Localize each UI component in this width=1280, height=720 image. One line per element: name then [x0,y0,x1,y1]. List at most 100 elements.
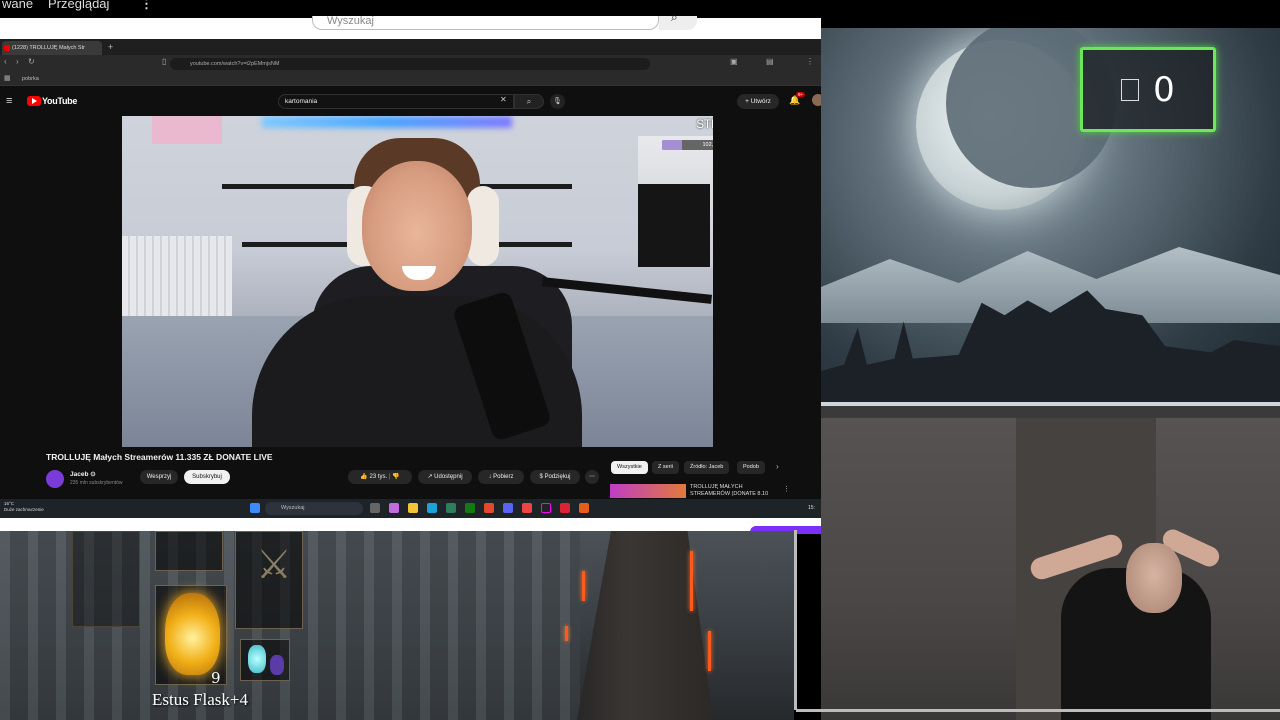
share-icon: ↗ [427,474,433,480]
chip-similar[interactable]: Podob [737,461,765,474]
share-label: Udostępnij [434,474,463,480]
new-tab-button[interactable]: + [108,41,113,53]
radiator [122,236,232,316]
channel-name[interactable]: Jaceb ⊙ [70,470,96,478]
app-f-icon[interactable] [560,503,570,513]
youtube-search-button[interactable]: ⌕ [514,94,544,109]
donation-goal-bar: 102,69 zł / 800,00 zł (12,84%) [662,140,713,150]
hud-slot-spell [155,531,223,571]
outer-search-input[interactable]: Wyszukaj [312,16,659,30]
counter-value: 0 [1153,69,1175,110]
browser-tab[interactable]: (1228) TROLLUJĘ Małych Str [2,41,102,55]
discord-icon[interactable] [503,503,513,513]
share-button[interactable]: ↗ Udostępnij [418,470,472,484]
taskbar-search[interactable]: Wyszukaj [265,502,363,515]
youtube-header: ≡ YouTube kartomania ✕ ⌕ 🎙 + Utwórz 🔔 9+ [0,86,821,116]
chip-source[interactable]: Źródło: Jaceb [684,461,730,474]
edge-icon[interactable] [427,503,437,513]
tiktok-icon[interactable] [541,503,551,513]
notification-count-badge: 9+ [796,92,806,97]
extensions-icon[interactable]: ▣ [730,57,738,66]
windows-start-icon[interactable] [250,503,260,513]
xbox-icon[interactable] [465,503,475,513]
create-label: Utwórz [750,98,771,105]
account-avatar[interactable] [812,94,821,106]
apps-icon[interactable]: ▦ [4,74,11,82]
taskbar-clock[interactable]: 15: [808,505,815,511]
night-castle-scene: 0 [821,28,1280,402]
lava-crack [565,626,568,641]
more-actions-icon[interactable]: ⋯ [585,470,599,484]
bookmark-star-icon[interactable]: ▯ [162,57,166,66]
webcam-frame-border [796,709,1280,712]
lava-crack [690,551,693,611]
weather-widget[interactable]: 16°C Duże zachmurzenie [4,501,44,513]
outer-search-strip: Wyszukaj ⌕ [0,10,821,39]
tab-bar: (1228) TROLLUJĘ Małych Str + [0,39,821,55]
estus-flask-icon [165,593,220,675]
like-count: 23 tys. [369,474,388,480]
back-icon[interactable]: ‹ [4,57,7,66]
url-field[interactable]: youtube.com/watch?v=t2pEMmjsNM [170,58,650,70]
join-button[interactable]: Wesprzyj [140,470,178,484]
sidebar-icon[interactable]: ▤ [766,57,774,66]
store-icon[interactable] [446,503,456,513]
monitor [638,184,710,267]
webcam-frame-border [794,530,797,710]
outer-nav-link[interactable]: Przeglądaj [48,0,109,11]
forward-icon[interactable]: › [16,57,19,66]
copilot-icon[interactable] [389,503,399,513]
brave-icon[interactable] [484,503,494,513]
video-player[interactable]: STREAM 24H + FC 26 102,69 zł / 800,00 zł… [122,116,713,447]
counter-icon [1121,78,1140,101]
youtube-brand[interactable]: YouTube [42,96,77,106]
subscribe-button[interactable]: Subskrybuj [184,470,230,484]
search-icon: ⌕ [526,97,532,106]
sword-icon: ⚔ [256,543,292,587]
chevron-right-icon[interactable]: › [776,462,779,471]
lava-crack [708,631,711,671]
reload-icon[interactable]: ↻ [28,57,35,66]
chip-all[interactable]: Wszystkie [611,461,648,474]
search-icon: ⌕ [671,10,678,24]
weather-desc: Duże zachmurzenie [4,507,44,512]
divider-dark [821,406,1280,418]
channel-avatar[interactable] [46,470,64,488]
file-explorer-icon[interactable] [408,503,418,513]
statue [577,531,713,720]
thanks-icon: $ [539,474,543,480]
youtube-search-input[interactable]: kartomania [278,94,514,109]
download-button[interactable]: ↓ Pobierz [478,470,524,484]
address-bar-row: ‹ › ↻ youtube.com/watch?v=t2pEMmjsNM ▯ ▣… [0,55,821,73]
create-button[interactable]: + Utwórz [737,94,779,109]
obs-icon[interactable] [579,503,589,513]
youtube-favicon-icon [4,45,10,51]
stream-layout: wane Przeglądaj ⋮ Wyszukaj ⌕ (1228) TROL… [0,0,1280,720]
recommended-more-icon[interactable]: ⋮ [783,485,790,493]
video-title: TROLLUJĘ Małych Streamerów 11.335 ZŁ DON… [46,452,273,462]
hamburger-menu-icon[interactable]: ≡ [6,95,12,107]
recommended-thumbnail[interactable] [610,484,686,498]
outer-search-button[interactable]: ⌕ [659,10,697,30]
chip-series[interactable]: Z serii [652,461,679,474]
voice-search-icon[interactable]: 🎙 [550,94,565,109]
browser-menu-icon[interactable]: ⋮ [806,57,814,66]
bookmark-item[interactable]: pobrka [22,75,39,84]
mountains [821,247,1280,323]
webcam-feed [821,418,1280,720]
more-icon[interactable]: ⋮ [140,0,153,12]
clear-search-icon[interactable]: ✕ [500,95,507,104]
task-view-icon[interactable] [370,503,380,513]
crystal-icon [248,645,266,673]
webcam-person-face [1126,543,1182,613]
hud-slot-weapon: ⚔ [235,531,303,629]
white-strip [0,518,821,531]
recommended-title-line: STREAMERÓW (DONATE 8.10 [690,491,769,497]
stream-title: STREAM 24H + FC 26 [696,119,713,131]
chrome-icon[interactable] [522,503,532,513]
like-dislike-control[interactable]: 👍 23 tys. | 👎 [348,470,412,484]
thanks-button[interactable]: $ Podziękuj [530,470,580,484]
outer-cut-text: wane [2,0,34,11]
youtube-logo-icon[interactable] [27,96,41,106]
recommended-title[interactable]: TROLLUJĘ MAŁYCH STREAMERÓW (DONATE 8.10 [690,484,768,498]
